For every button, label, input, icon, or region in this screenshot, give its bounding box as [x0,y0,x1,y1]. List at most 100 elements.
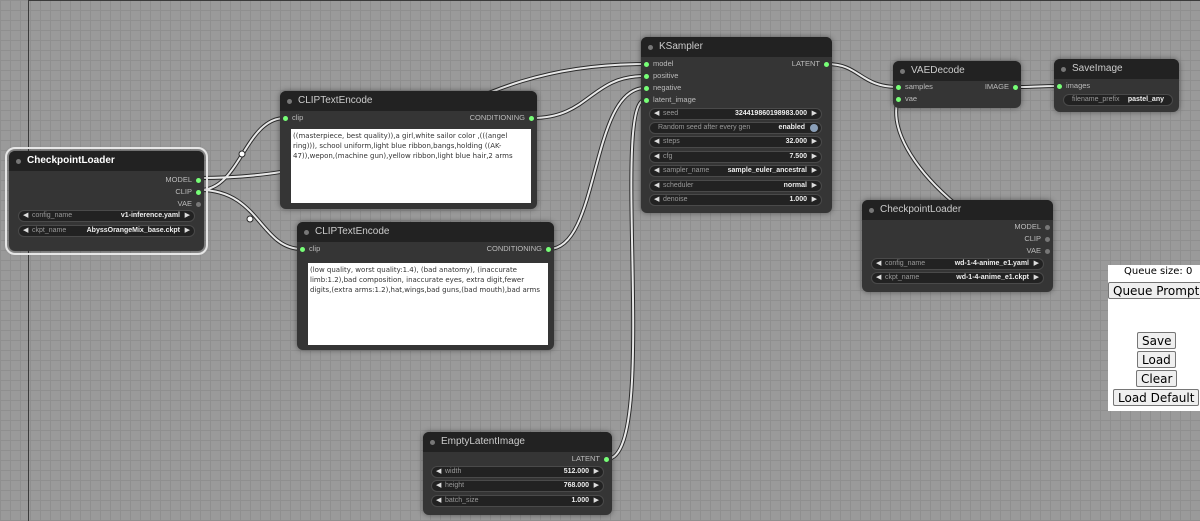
arrow-right-icon[interactable]: ▶ [812,195,817,205]
arrow-right-icon[interactable]: ▶ [185,211,190,221]
collapse-dot[interactable] [430,440,435,445]
output-latent[interactable]: LATENT [740,58,832,70]
input-vae[interactable]: vae [893,93,917,105]
input-model[interactable]: model [641,58,673,70]
input-pin[interactable] [644,73,649,79]
batch-size-stepper[interactable]: ◀ batch_size 1.000 ▶ [431,495,604,507]
arrow-right-icon[interactable]: ▶ [812,152,817,162]
output-vae[interactable]: VAE [112,198,204,210]
arrow-right-icon[interactable]: ▶ [812,109,817,119]
steps-stepper[interactable]: ◀ steps 32.000 ▶ [649,136,822,148]
node-clip-text-encode-negative[interactable]: CLIPTextEncode clip CONDITIONING (low qu… [297,222,554,350]
output-pin[interactable] [1045,236,1050,242]
output-clip[interactable]: CLIP [112,186,204,198]
arrow-right-icon[interactable]: ▶ [185,226,190,236]
config-name-combo[interactable]: ◀ config_name v1-inference.yaml ▶ [18,210,195,222]
input-negative[interactable]: negative [641,82,681,94]
input-positive[interactable]: positive [641,70,678,82]
output-pin[interactable] [196,201,201,207]
node-title[interactable]: KSampler [641,37,832,57]
arrow-right-icon[interactable]: ▶ [594,481,599,491]
input-clip[interactable]: clip [280,112,303,124]
random-seed-toggle[interactable]: Random seed after every gen enabled [649,122,822,134]
arrow-left-icon[interactable]: ◀ [876,273,881,283]
node-ksampler[interactable]: KSampler model positive negative latent_… [641,37,832,213]
collapse-dot[interactable] [869,208,874,213]
output-pin[interactable] [546,246,551,252]
node-empty-latent-image[interactable]: EmptyLatentImage LATENT ◀ width 512.000 ▶ ◀… [423,432,612,515]
node-title[interactable]: VAEDecode [893,61,1021,81]
output-conditioning[interactable]: CONDITIONING [425,112,537,124]
output-vae[interactable]: VAE [961,245,1053,257]
output-pin[interactable] [196,189,201,195]
sampler-name-combo[interactable]: ◀ sampler_name sample_euler_ancestral ▶ [649,165,822,177]
toggle-knob[interactable] [810,124,818,132]
node-vae-decode[interactable]: VAEDecode samples vae IMAGE [893,61,1021,108]
collapse-dot[interactable] [648,45,653,50]
ckpt-name-combo[interactable]: ◀ ckpt_name wd-1-4-anime_e1.ckpt ▶ [871,272,1044,284]
arrow-left-icon[interactable]: ◀ [654,195,659,205]
collapse-dot[interactable] [304,230,309,235]
output-model[interactable]: MODEL [112,174,204,186]
arrow-left-icon[interactable]: ◀ [654,109,659,119]
arrow-left-icon[interactable]: ◀ [654,181,659,191]
node-save-image[interactable]: SaveImage images filename_prefix pastel_a… [1054,59,1179,112]
output-model[interactable]: MODEL [961,221,1053,233]
input-pin[interactable] [896,84,901,90]
node-clip-text-encode-positive[interactable]: CLIPTextEncode clip CONDITIONING ((maste… [280,91,537,209]
config-name-combo[interactable]: ◀ config_name wd-1-4-anime_e1.yaml ▶ [871,258,1044,270]
arrow-left-icon[interactable]: ◀ [654,137,659,147]
width-stepper[interactable]: ◀ width 512.000 ▶ [431,466,604,478]
node-checkpoint-loader-1[interactable]: CheckpointLoader MODEL CLIP VAE ◀ config_… [5,147,208,255]
node-title[interactable]: CheckpointLoader [862,200,1053,220]
arrow-right-icon[interactable]: ▶ [594,496,599,506]
negative-prompt-textarea[interactable]: (low quality, worst quality:1.4), (bad a… [308,263,548,345]
node-title[interactable]: SaveImage [1054,59,1179,79]
output-conditioning[interactable]: CONDITIONING [442,243,554,255]
arrow-right-icon[interactable]: ▶ [594,467,599,477]
collapse-dot[interactable] [287,99,292,104]
output-image[interactable]: IMAGE [949,81,1021,93]
output-latent[interactable]: LATENT [520,453,612,465]
collapse-dot[interactable] [1061,67,1066,72]
input-pin[interactable] [300,246,305,252]
arrow-right-icon[interactable]: ▶ [812,166,817,176]
node-title[interactable]: CLIPTextEncode [297,222,554,242]
output-pin[interactable] [824,61,829,67]
arrow-left-icon[interactable]: ◀ [654,152,659,162]
node-title[interactable]: CLIPTextEncode [280,91,537,111]
seed-stepper[interactable]: ◀ seed 324419860198983.000 ▶ [649,108,822,120]
output-pin[interactable] [529,115,534,121]
collapse-dot[interactable] [900,69,905,74]
filename-prefix-field[interactable]: filename_prefix pastel_any [1063,94,1173,106]
arrow-left-icon[interactable]: ◀ [436,467,441,477]
input-pin[interactable] [896,96,901,102]
input-pin[interactable] [644,85,649,91]
cfg-stepper[interactable]: ◀ cfg 7.500 ▶ [649,151,822,163]
arrow-right-icon[interactable]: ▶ [812,137,817,147]
arrow-right-icon[interactable]: ▶ [812,181,817,191]
prompt-textarea[interactable]: ((masterpiece, best quality)),a girl,whi… [291,129,531,203]
height-stepper[interactable]: ◀ height 768.000 ▶ [431,480,604,492]
arrow-right-icon[interactable]: ▶ [1034,273,1039,283]
arrow-left-icon[interactable]: ◀ [436,481,441,491]
input-pin[interactable] [283,115,288,121]
arrow-left-icon[interactable]: ◀ [436,496,441,506]
clear-button[interactable]: Clear [1136,370,1178,387]
queue-prompt-button[interactable]: Queue Prompt [1108,282,1200,299]
arrow-left-icon[interactable]: ◀ [23,211,28,221]
output-pin[interactable] [604,456,609,462]
ckpt-name-combo[interactable]: ◀ ckpt_name AbyssOrangeMix_base.ckpt ▶ [18,225,195,237]
node-title[interactable]: EmptyLatentImage [423,432,612,452]
input-clip[interactable]: clip [297,243,320,255]
arrow-left-icon[interactable]: ◀ [876,259,881,269]
scheduler-combo[interactable]: ◀ scheduler normal ▶ [649,180,822,192]
input-images[interactable]: images [1054,80,1090,92]
collapse-dot[interactable] [16,159,21,164]
arrow-left-icon[interactable]: ◀ [654,166,659,176]
load-button[interactable]: Load [1137,351,1176,368]
node-checkpoint-loader-2[interactable]: CheckpointLoader MODEL CLIP VAE ◀ config_… [862,200,1053,292]
input-pin[interactable] [644,97,649,103]
load-default-button[interactable]: Load Default [1113,389,1200,406]
input-samples[interactable]: samples [893,81,933,93]
